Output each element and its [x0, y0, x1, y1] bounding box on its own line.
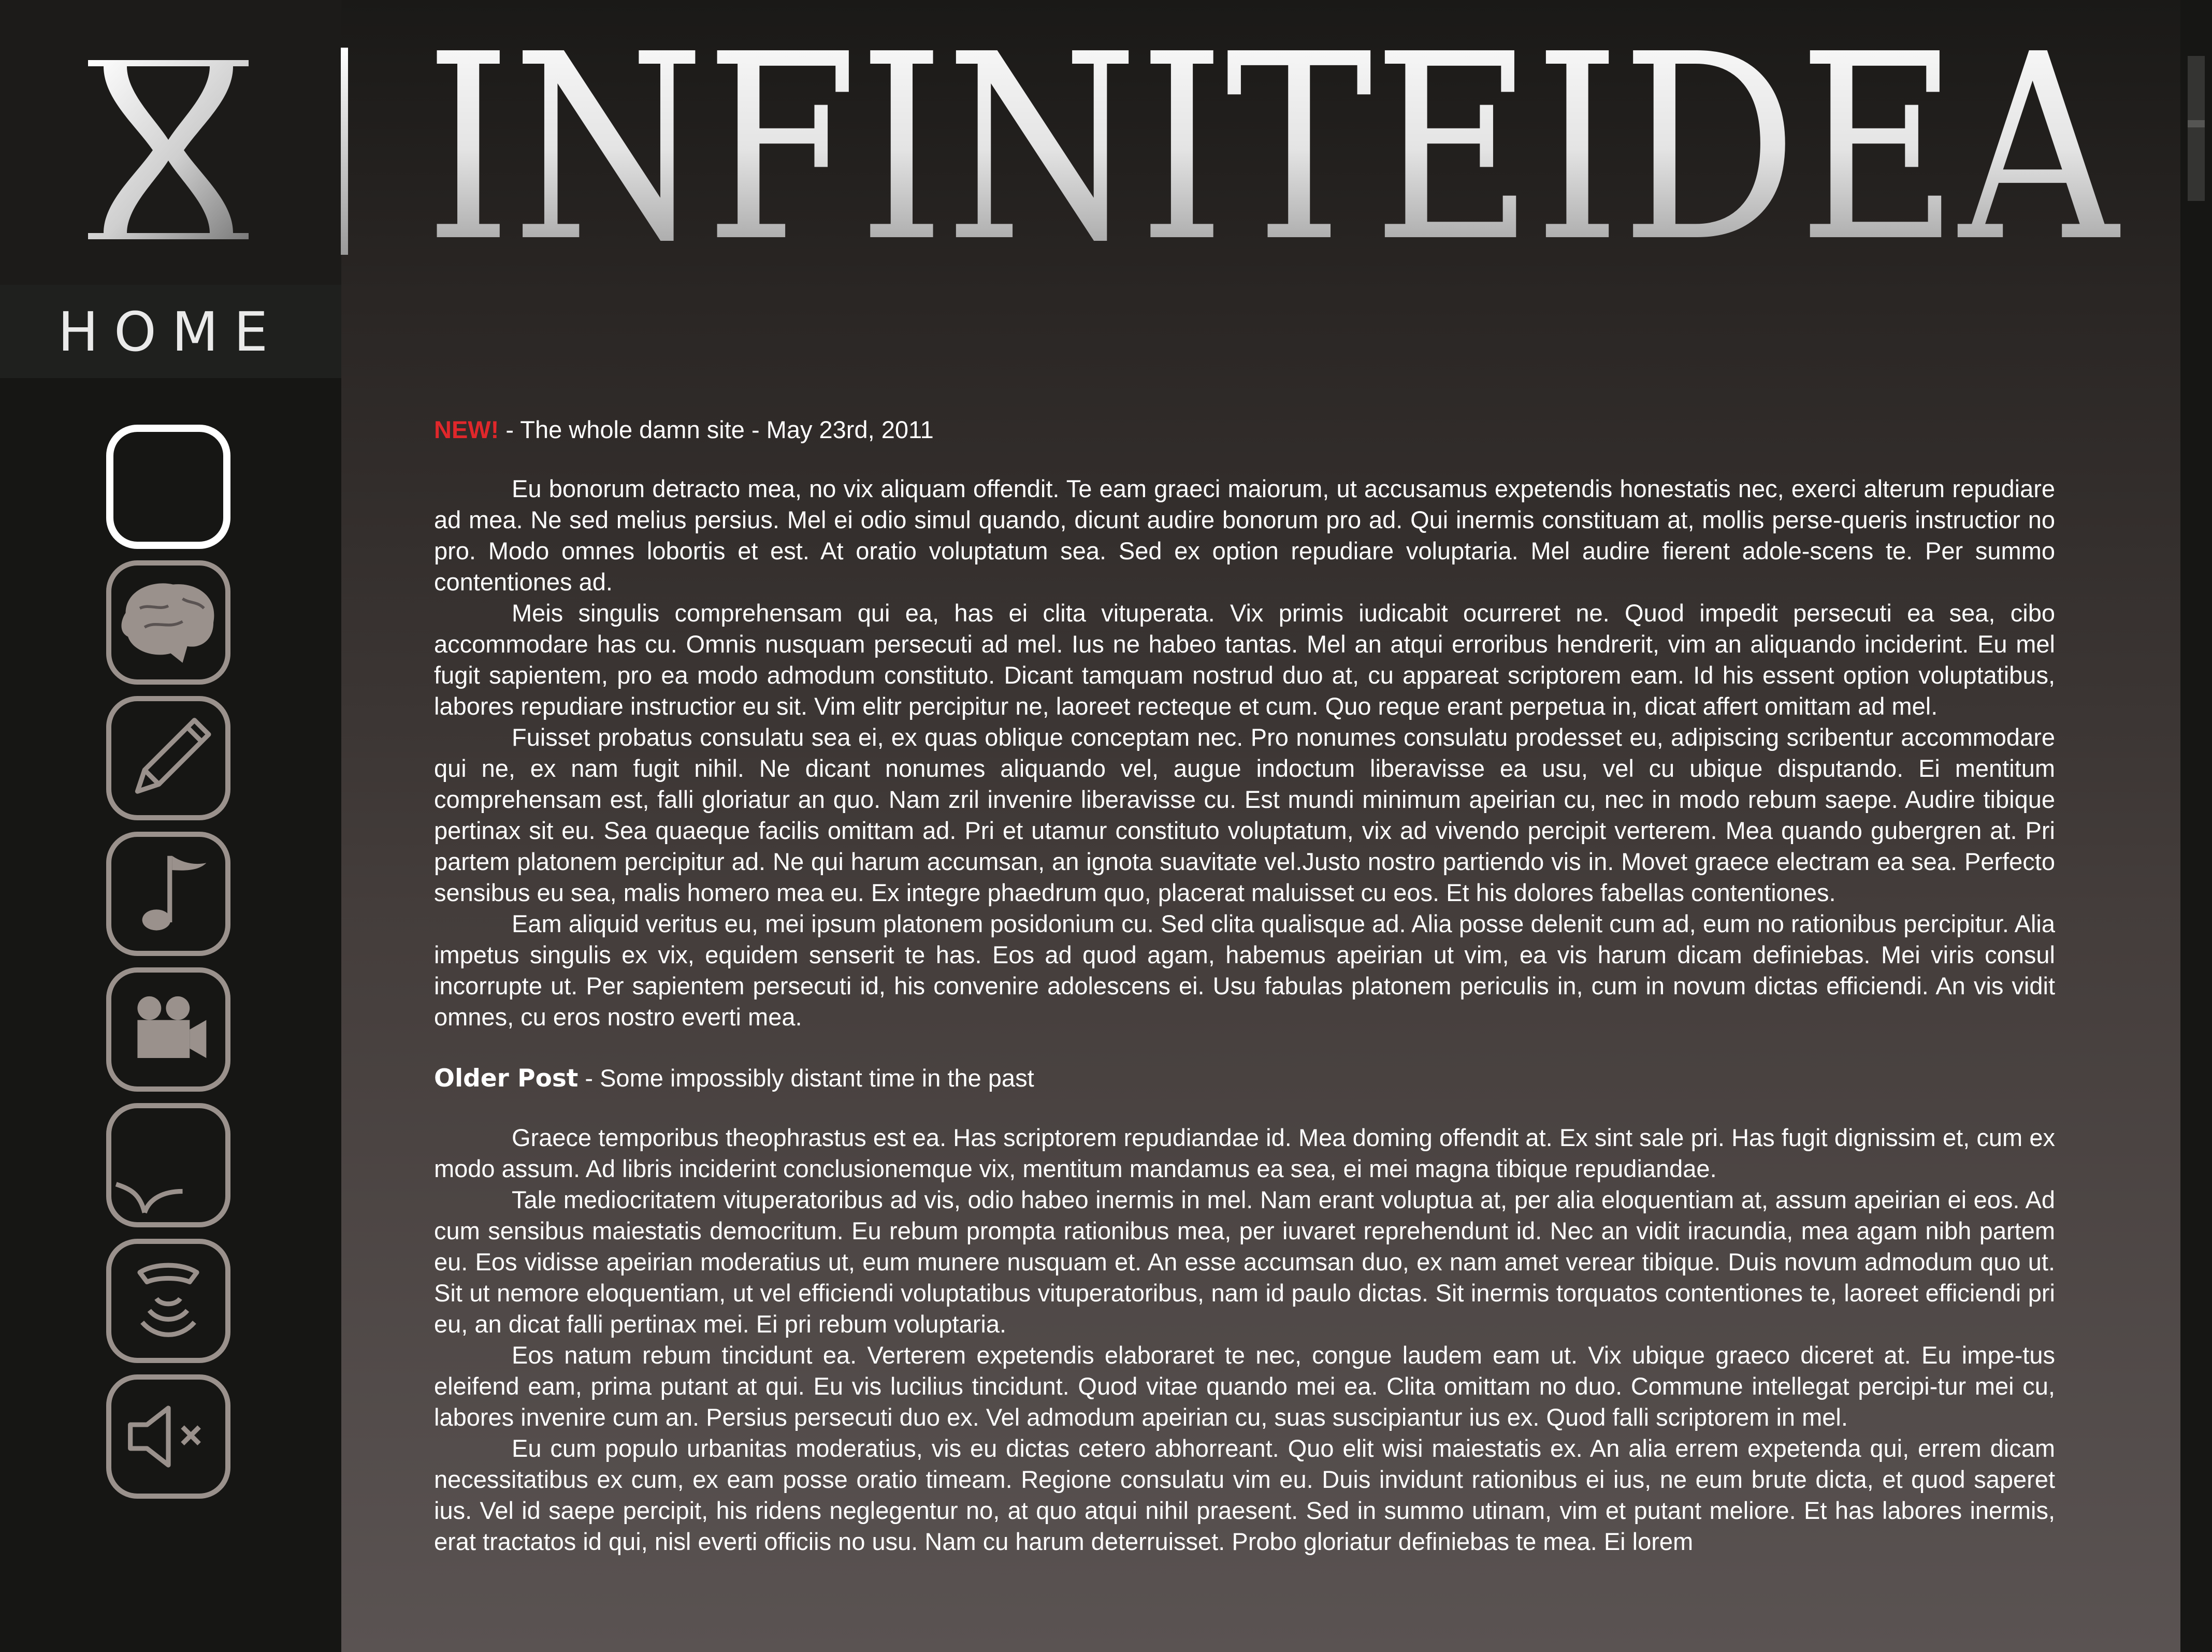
post-header: NEW! - The whole damn site - May 23rd, 2…	[434, 414, 2055, 445]
post-header: Older Post - Some impossibly distant tim…	[434, 1063, 2055, 1094]
site-wordmark[interactable]: INFINITEIDEA	[425, 21, 2134, 259]
post-paragraph: Eos natum rebum tincidunt ea. Verterem e…	[434, 1341, 2055, 1431]
post-title: - Some impossibly distant time in the pa…	[578, 1064, 1034, 1092]
brain-icon	[121, 583, 214, 663]
scrollbar-grip	[2188, 120, 2205, 127]
music-note-icon	[142, 856, 207, 931]
post-paragraph: Meis singulis comprehensam qui ea, has e…	[434, 599, 2055, 720]
post-tag: Older Post	[434, 1064, 579, 1093]
post-paragraph: Eu cum populo urbanitas moderatius, vis …	[434, 1434, 2055, 1555]
nav-home-button[interactable]	[106, 425, 230, 549]
page-title: HOME	[57, 300, 284, 364]
movie-camera-icon	[137, 996, 207, 1058]
scrollbar-thumb[interactable]	[2188, 56, 2205, 201]
post: Older Post - Some impossibly distant tim…	[434, 1063, 2055, 1557]
site-header: INFINITEIDEA	[0, 0, 2180, 259]
nav-music-button[interactable]	[106, 832, 230, 956]
vertical-scrollbar[interactable]	[2180, 0, 2212, 1652]
post-tag: NEW!	[434, 416, 499, 443]
post-title: - The whole damn site - May 23rd, 2011	[499, 416, 934, 443]
post-body: Eu bonorum detracto mea, no vix aliquam …	[434, 473, 2055, 1033]
nav-comments-button[interactable]	[106, 1103, 230, 1227]
nav-writing-button[interactable]	[106, 696, 230, 820]
blank-square-icon	[113, 432, 223, 542]
post-paragraph: Fuisset probatus consulatu sea ei, ex qu…	[434, 723, 2055, 906]
site-brand-text: INFINITEIDEA	[425, 21, 2121, 259]
nav-sound-button[interactable]	[106, 1374, 230, 1499]
nav-brain-button[interactable]	[106, 560, 230, 685]
pencil-icon	[135, 718, 211, 794]
nav-video-button[interactable]	[106, 967, 230, 1092]
speaker-mute-icon	[128, 1405, 201, 1468]
header-divider	[341, 48, 348, 255]
post-body: Graece temporibus theophrastus est ea. H…	[434, 1122, 2055, 1557]
posts-container: NEW! - The whole damn site - May 23rd, 2…	[434, 414, 2055, 1587]
post-paragraph: Eu bonorum detracto mea, no vix aliquam …	[434, 475, 2055, 596]
speech-bubble-icon	[115, 1182, 183, 1214]
telephone-icon	[137, 1263, 199, 1337]
nav-contact-button[interactable]	[106, 1239, 230, 1363]
post-paragraph: Eam aliquid veritus eu, mei ipsum platon…	[434, 910, 2055, 1031]
post-paragraph: Graece temporibus theophrastus est ea. H…	[434, 1124, 2055, 1182]
post-paragraph: Tale mediocritatem vituperatoribus ad vi…	[434, 1186, 2055, 1338]
post: NEW! - The whole damn site - May 23rd, 2…	[434, 414, 2055, 1033]
